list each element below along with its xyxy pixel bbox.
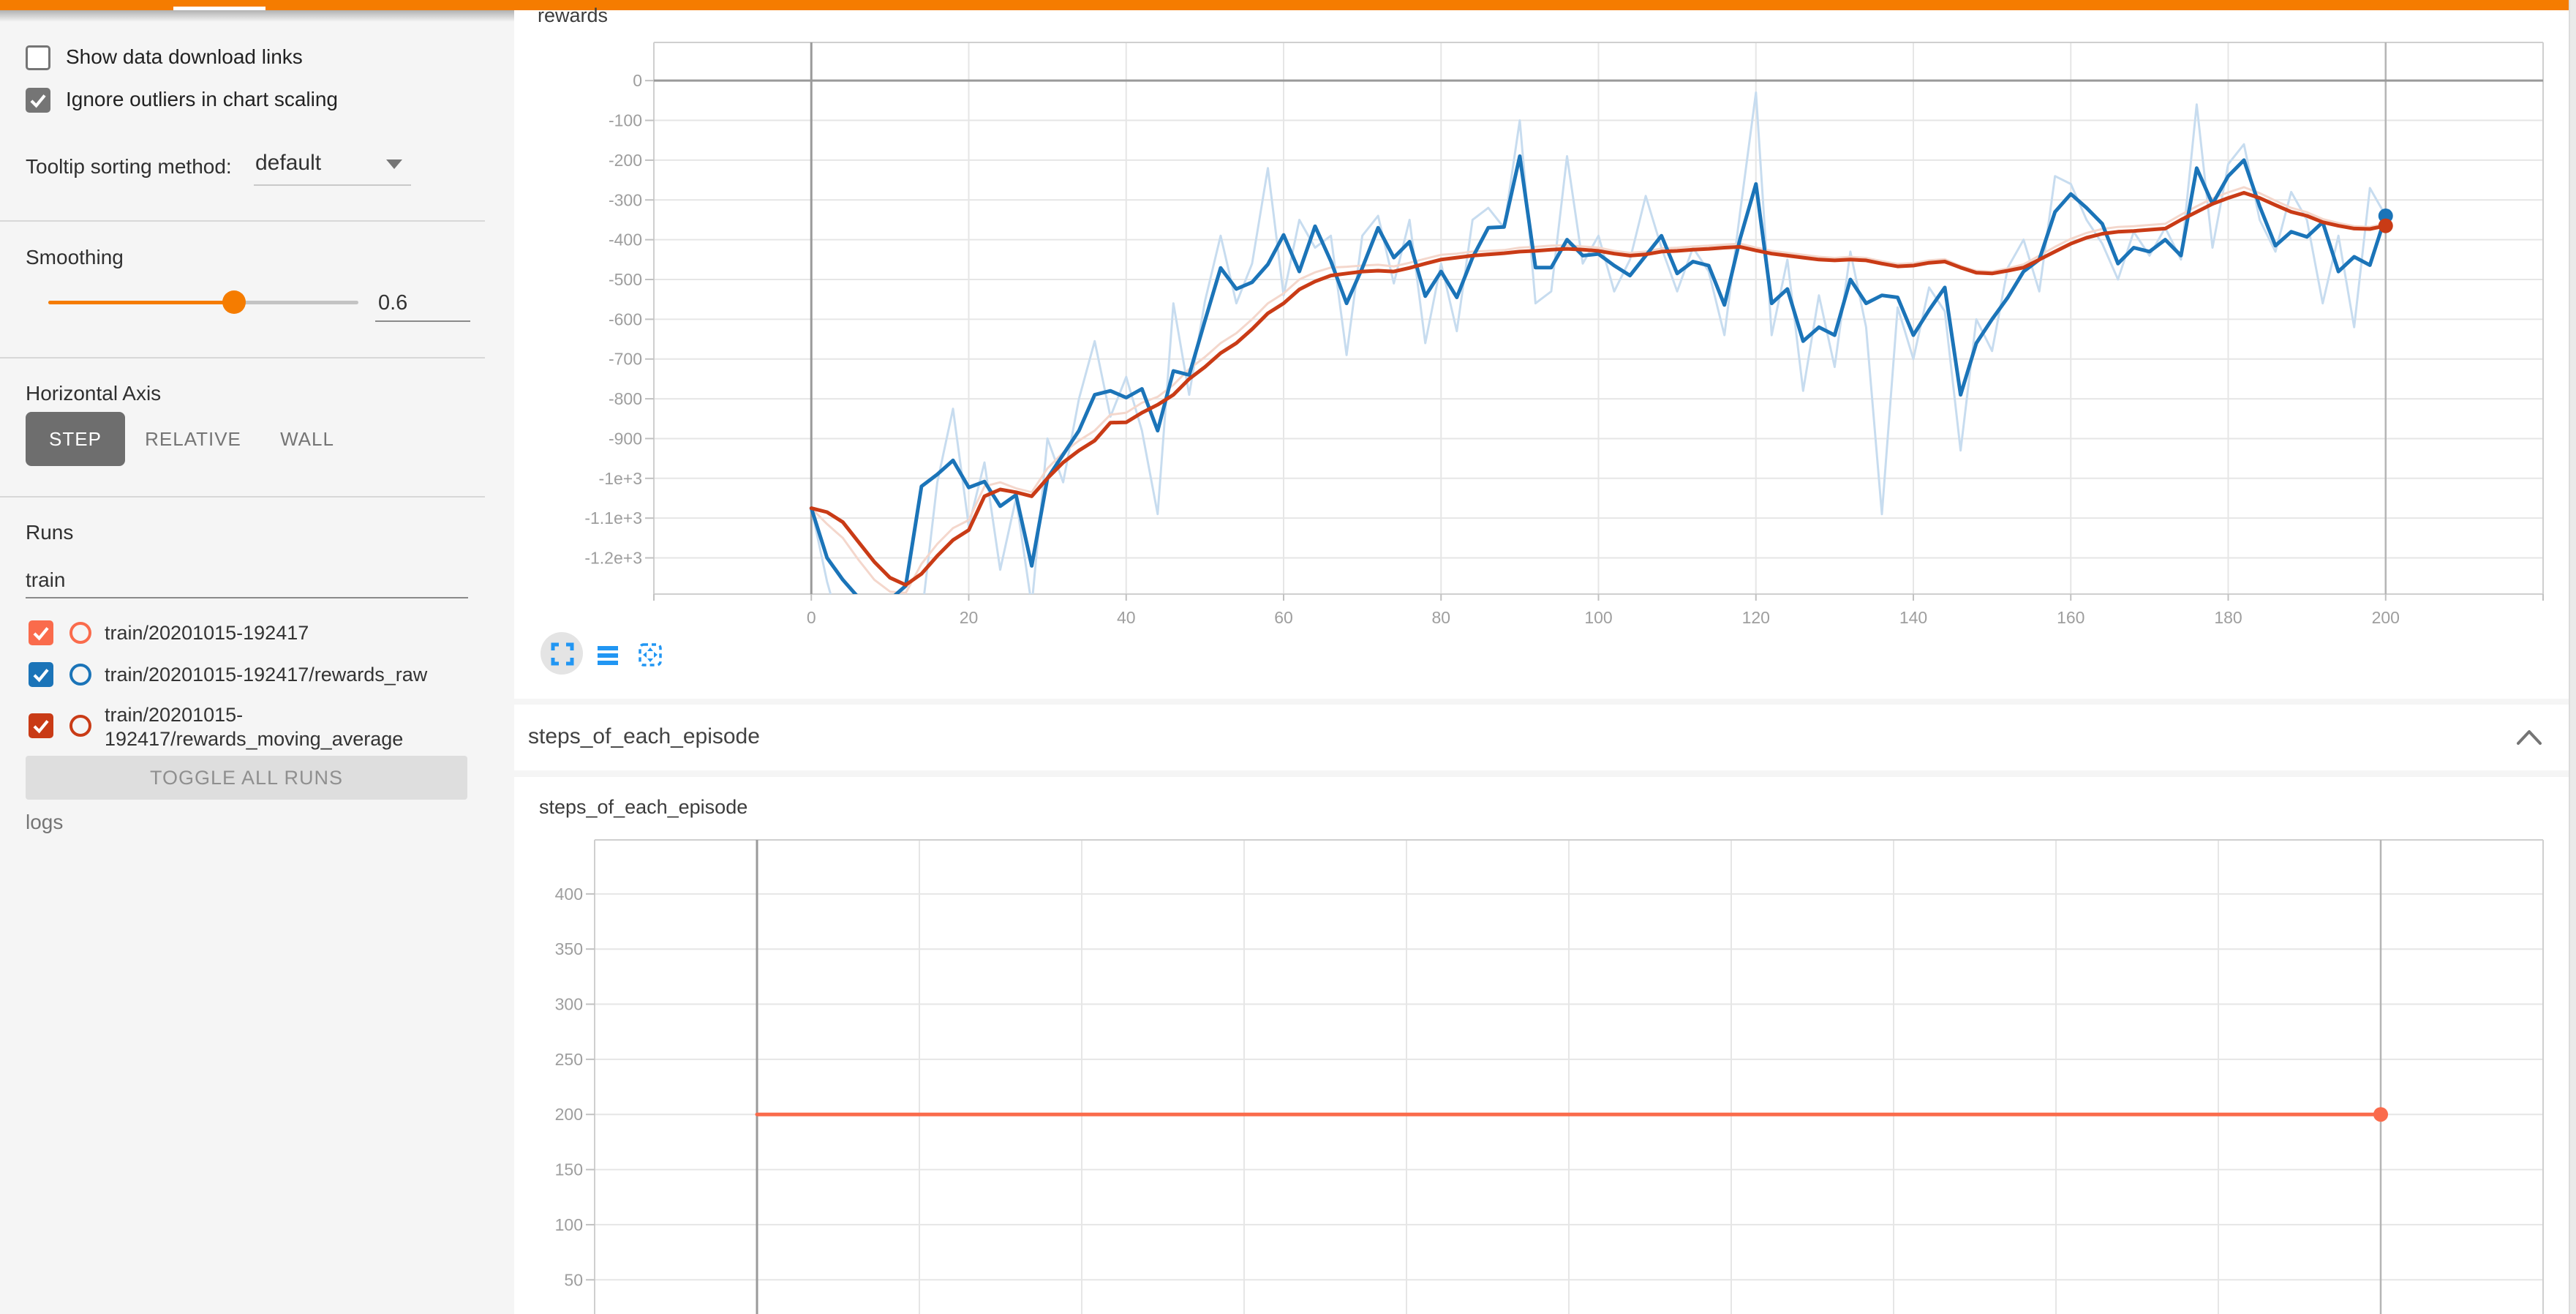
ignore-outliers-checkbox[interactable] [26, 88, 50, 113]
run-color-radio[interactable] [69, 715, 91, 737]
smoothing-value-input[interactable]: 0.6 [378, 291, 407, 315]
runs-filter-underline [26, 597, 468, 598]
svg-text:250: 250 [555, 1050, 583, 1069]
dropdown-underline [254, 184, 411, 186]
svg-text:50: 50 [564, 1270, 583, 1289]
svg-text:160: 160 [2057, 608, 2084, 627]
svg-text:-1e+3: -1e+3 [599, 469, 642, 488]
settings-sidebar: Show data download links Ignore outliers… [0, 10, 485, 1314]
logdir-label: logs [26, 811, 63, 834]
tooltip-sorting-dropdown[interactable]: default [254, 148, 413, 186]
slider-knob[interactable] [222, 290, 246, 314]
collapse-chevron-icon[interactable] [2516, 728, 2542, 746]
svg-text:200: 200 [555, 1105, 583, 1124]
run-color-radio[interactable] [69, 622, 91, 644]
check-icon [31, 716, 51, 736]
svg-text:-1.1e+3: -1.1e+3 [584, 508, 642, 528]
run-checkbox[interactable] [29, 713, 53, 738]
smoothing-label: Smoothing [26, 246, 124, 269]
svg-text:40: 40 [1117, 608, 1136, 627]
svg-text:-1.2e+3: -1.2e+3 [584, 549, 642, 568]
toggle-y-axis-icon[interactable] [595, 642, 621, 668]
smoothing-slider[interactable] [48, 291, 358, 315]
divider [0, 357, 485, 358]
section-header[interactable]: steps_of_each_episode [514, 705, 2569, 770]
tensorboard-app: Show data download links Ignore outliers… [0, 0, 2576, 1314]
divider [0, 220, 485, 222]
run-checkbox[interactable] [29, 662, 53, 687]
divider [0, 496, 485, 498]
run-color-radio[interactable] [69, 664, 91, 686]
toggle-all-runs-button[interactable]: TOGGLE ALL RUNS [26, 756, 467, 800]
steps-chart[interactable]: 400 350 300 250 200 150 100 50 [514, 777, 2569, 1314]
run-label: train/20201015-192417 [105, 621, 474, 645]
runs-filter-input[interactable]: train [26, 568, 65, 592]
check-icon [28, 90, 48, 110]
haxis-step-button[interactable]: STEP [26, 412, 125, 466]
svg-text:-400: -400 [609, 230, 642, 249]
svg-text:-900: -900 [609, 429, 642, 448]
slider-active-track [48, 301, 234, 304]
svg-text:-500: -500 [609, 270, 642, 289]
run-checkbox[interactable] [29, 620, 53, 645]
section-header-title: steps_of_each_episode [528, 724, 760, 749]
chevron-down-icon [386, 159, 402, 169]
svg-text:0: 0 [633, 71, 642, 90]
page-scrollbar[interactable] [2569, 0, 2576, 1314]
svg-text:0: 0 [807, 608, 816, 627]
tooltip-sorting-value: default [255, 151, 321, 176]
svg-text:20: 20 [960, 608, 979, 627]
svg-text:60: 60 [1274, 608, 1293, 627]
svg-text:80: 80 [1431, 608, 1450, 627]
svg-text:-300: -300 [609, 190, 642, 209]
haxis-wall-button[interactable]: WALL [262, 412, 353, 466]
expand-chart-icon[interactable] [549, 641, 576, 667]
run-label: train/20201015-192417/rewards_raw [105, 663, 474, 687]
svg-text:150: 150 [555, 1160, 583, 1179]
svg-text:100: 100 [555, 1215, 583, 1234]
run-label: train/20201015-192417/rewards_moving_ave… [105, 703, 470, 751]
svg-text:350: 350 [555, 939, 583, 958]
svg-text:100: 100 [1584, 608, 1612, 627]
show-download-links-checkbox[interactable] [26, 45, 50, 70]
svg-text:-700: -700 [609, 350, 642, 369]
fit-domain-icon[interactable] [637, 642, 663, 668]
svg-text:-200: -200 [609, 151, 642, 170]
smoothing-input-underline [375, 320, 470, 322]
check-icon [31, 664, 51, 685]
tooltip-sorting-label: Tooltip sorting method: [26, 155, 232, 179]
svg-text:-100: -100 [609, 111, 642, 130]
svg-text:140: 140 [1899, 608, 1927, 627]
svg-text:180: 180 [2214, 608, 2242, 627]
horizontal-axis-label: Horizontal Axis [26, 382, 161, 405]
runs-label: Runs [26, 521, 73, 544]
ignore-outliers-label: Ignore outliers in chart scaling [66, 88, 461, 111]
rewards-chart[interactable]: 0 -100 -200 -300 -400 -500 -600 -700 -800 -900 -1e… [514, 0, 2569, 699]
haxis-relative-button[interactable]: RELATIVE [143, 412, 243, 466]
show-download-links-label: Show data download links [66, 45, 432, 69]
svg-text:-800: -800 [609, 389, 642, 408]
svg-text:200: 200 [2372, 608, 2400, 627]
check-icon [31, 623, 51, 643]
svg-text:120: 120 [1742, 608, 1770, 627]
svg-text:300: 300 [555, 995, 583, 1014]
svg-text:-600: -600 [609, 309, 642, 328]
svg-text:400: 400 [555, 885, 583, 904]
